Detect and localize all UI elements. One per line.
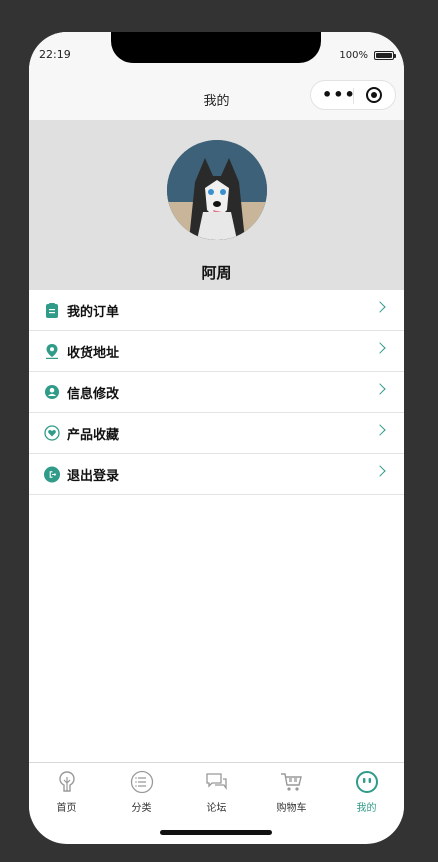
tab-profile[interactable]: 我的 <box>329 763 404 818</box>
heart-icon <box>44 425 60 441</box>
chevron-right-icon <box>374 383 386 395</box>
avatar[interactable] <box>167 140 267 240</box>
category-icon <box>130 770 153 794</box>
clipboard-icon <box>44 302 60 318</box>
tab-forum[interactable]: 论坛 <box>179 763 254 818</box>
battery-percentage: 100% <box>339 50 368 61</box>
tab-label: 购物车 <box>276 803 307 814</box>
menu-item-address[interactable]: 收货地址 <box>29 331 404 372</box>
menu-item-edit-info[interactable]: 信息修改 <box>29 372 404 413</box>
menu-label: 我的订单 <box>67 304 120 320</box>
status-time: 22:19 <box>39 48 71 61</box>
tab-label: 我的 <box>356 803 377 814</box>
user-name: 阿周 <box>201 264 232 282</box>
phone-frame: 22:19 100% 我的 ••• 阿周 我的订单 收货地址 信息修改 产品收藏… <box>29 32 404 844</box>
tab-home[interactable]: 首页 <box>29 763 104 818</box>
home-indicator <box>160 830 272 835</box>
miniprogram-capsule: ••• <box>310 80 396 110</box>
menu-label: 退出登录 <box>67 468 120 484</box>
tab-label: 论坛 <box>206 803 227 814</box>
tab-category[interactable]: 分类 <box>104 763 179 818</box>
tab-bar: 首页 分类 论坛 购物车 我的 <box>29 762 404 818</box>
menu-label: 收货地址 <box>67 345 120 361</box>
tab-label: 分类 <box>131 803 152 814</box>
menu-label: 产品收藏 <box>67 427 120 443</box>
profile-icon <box>355 771 378 793</box>
chevron-right-icon <box>374 301 386 313</box>
more-icon[interactable]: ••• <box>322 87 356 103</box>
menu-item-orders[interactable]: 我的订单 <box>29 290 404 331</box>
menu-item-logout[interactable]: 退出登录 <box>29 454 404 495</box>
chevron-right-icon <box>374 342 386 354</box>
nav-bar: 我的 ••• <box>29 76 404 120</box>
menu-item-favorites[interactable]: 产品收藏 <box>29 413 404 454</box>
menu-list: 我的订单 收货地址 信息修改 产品收藏 退出登录 <box>29 290 404 495</box>
menu-label: 信息修改 <box>67 386 120 402</box>
tab-cart[interactable]: 购物车 <box>254 763 329 818</box>
chevron-right-icon <box>374 465 386 477</box>
battery-icon <box>374 51 396 60</box>
cart-icon <box>280 773 302 791</box>
user-icon <box>44 384 60 400</box>
profile-header: 阿周 <box>29 120 404 290</box>
close-target-icon[interactable] <box>366 87 382 103</box>
tab-label: 首页 <box>56 803 77 814</box>
location-pin-icon <box>44 343 60 359</box>
notch <box>111 32 321 63</box>
chevron-right-icon <box>374 424 386 436</box>
chat-icon <box>205 773 227 791</box>
home-icon <box>58 771 75 792</box>
logout-icon <box>44 466 60 482</box>
